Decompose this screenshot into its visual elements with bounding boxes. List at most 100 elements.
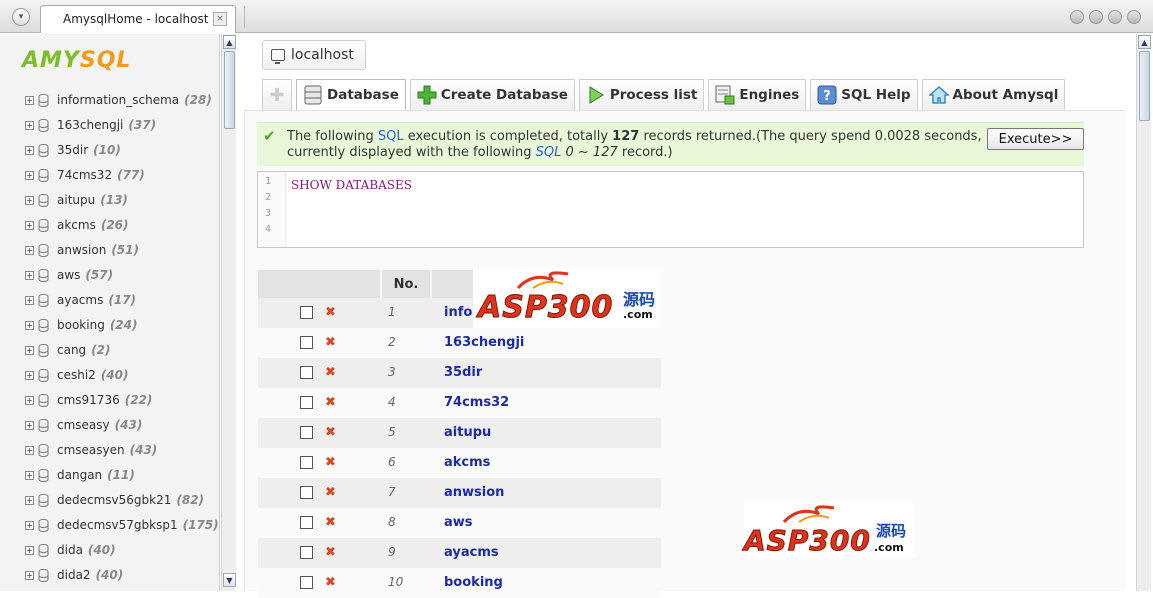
back-icon[interactable] xyxy=(1089,10,1103,24)
delete-icon[interactable]: ✖ xyxy=(325,455,336,470)
blank-tab-icon[interactable]: ✚ xyxy=(262,79,292,110)
sidebar-database-item[interactable]: + dida (40) xyxy=(25,541,116,559)
host-tab[interactable]: localhost xyxy=(262,40,366,70)
delete-icon[interactable]: ✖ xyxy=(325,305,336,320)
sidebar-database-item[interactable]: +163chengji (37) xyxy=(25,116,156,134)
sidebar-database-item[interactable]: + aws (57) xyxy=(25,266,113,284)
row-checkbox[interactable] xyxy=(300,426,313,439)
delete-icon[interactable]: ✖ xyxy=(325,515,336,530)
expand-icon[interactable]: + xyxy=(25,120,34,130)
delete-icon[interactable]: ✖ xyxy=(325,575,336,590)
expand-icon[interactable]: + xyxy=(25,495,34,505)
database-link[interactable]: ayacms xyxy=(444,545,499,560)
database-link[interactable]: aws xyxy=(444,515,473,530)
expand-icon[interactable]: + xyxy=(25,245,34,255)
browser-menu-button[interactable]: ▾ xyxy=(12,8,30,26)
tab-create-database[interactable]: Create Database xyxy=(409,79,575,110)
sidebar-database-item[interactable]: + anwsion (51) xyxy=(25,241,139,259)
database-link[interactable]: 74cms32 xyxy=(444,395,509,410)
sidebar-database-item[interactable]: + dangan (11) xyxy=(25,466,135,484)
row-checkbox[interactable] xyxy=(300,336,313,349)
expand-icon[interactable]: + xyxy=(25,420,34,430)
database-link[interactable]: 163chengji xyxy=(444,335,524,350)
scroll-up-icon[interactable]: ▲ xyxy=(1138,35,1151,49)
close-window-icon[interactable] xyxy=(1127,10,1141,24)
expand-icon[interactable]: + xyxy=(25,145,34,155)
execute-button[interactable]: Execute>> xyxy=(987,128,1084,150)
sidebar-database-item[interactable]: + aitupu (13) xyxy=(25,191,128,209)
expand-icon[interactable]: + xyxy=(25,395,34,405)
sidebar-database-item[interactable]: + ayacms (17) xyxy=(25,291,136,309)
row-checkbox[interactable] xyxy=(300,306,313,319)
header-no[interactable]: No. xyxy=(382,270,430,298)
scroll-up-icon[interactable]: ▲ xyxy=(223,35,236,49)
tab-sql-help[interactable]: ? SQL Help xyxy=(810,79,918,110)
database-link[interactable]: akcms xyxy=(444,455,490,470)
expand-icon[interactable]: + xyxy=(25,195,34,205)
row-checkbox[interactable] xyxy=(300,396,313,409)
delete-icon[interactable]: ✖ xyxy=(325,425,336,440)
sql-code[interactable]: SHOW DATABASES xyxy=(291,178,412,192)
sidebar-database-item[interactable]: + cms91736 (22) xyxy=(25,391,152,409)
sidebar-database-item[interactable]: + booking (24) xyxy=(25,316,137,334)
expand-icon[interactable]: + xyxy=(25,345,34,355)
row-checkbox[interactable] xyxy=(300,486,313,499)
forward-icon[interactable] xyxy=(1108,10,1122,24)
tab-close-icon[interactable]: × xyxy=(213,12,227,26)
sidebar-database-item[interactable]: + ceshi2 (40) xyxy=(25,366,128,384)
sql-editor[interactable]: 1 2 3 4 SHOW DATABASES xyxy=(257,171,1084,248)
sidebar-database-item[interactable]: +35dir (10) xyxy=(25,141,121,159)
scroll-down-icon[interactable]: ▼ xyxy=(223,573,236,587)
play-icon xyxy=(586,85,606,105)
expand-icon[interactable]: + xyxy=(25,170,34,180)
row-checkbox[interactable] xyxy=(300,576,313,589)
sql-link[interactable]: SQL xyxy=(536,145,562,160)
tab-about-amysql[interactable]: About Amysql xyxy=(921,79,1066,110)
database-link[interactable]: anwsion xyxy=(444,485,504,500)
scroll-thumb[interactable] xyxy=(224,51,235,129)
sidebar-database-item[interactable]: +74cms32 (77) xyxy=(25,166,145,184)
expand-icon[interactable]: + xyxy=(25,470,34,480)
expand-icon[interactable]: + xyxy=(25,370,34,380)
tab-engines[interactable]: Engines xyxy=(708,79,807,110)
tab-process-list[interactable]: Process list xyxy=(578,79,705,110)
row-checkbox[interactable] xyxy=(300,546,313,559)
sidebar-database-item[interactable]: + information_schema (28) xyxy=(25,91,212,109)
tab-database[interactable]: Database xyxy=(296,79,406,110)
expand-icon[interactable]: + xyxy=(25,95,34,105)
sidebar-scrollbar[interactable]: ▲ ▼ xyxy=(221,34,236,591)
expand-icon[interactable]: + xyxy=(25,270,34,280)
database-link[interactable]: info xyxy=(444,305,472,320)
sidebar-database-item[interactable]: + cmseasyen (43) xyxy=(25,441,157,459)
sidebar-database-item[interactable]: + akcms (26) xyxy=(25,216,129,234)
delete-icon[interactable]: ✖ xyxy=(325,485,336,500)
scroll-thumb[interactable] xyxy=(1139,51,1150,121)
database-link[interactable]: aitupu xyxy=(444,425,491,440)
expand-icon[interactable]: + xyxy=(25,520,34,530)
expand-icon[interactable]: + xyxy=(25,295,34,305)
sidebar-database-item[interactable]: + cang (2) xyxy=(25,341,111,359)
sidebar-database-item[interactable]: + cmseasy (43) xyxy=(25,416,142,434)
expand-icon[interactable]: + xyxy=(25,220,34,230)
expand-icon[interactable]: + xyxy=(25,545,34,555)
row-checkbox[interactable] xyxy=(300,366,313,379)
database-link[interactable]: 35dir xyxy=(444,365,482,380)
delete-icon[interactable]: ✖ xyxy=(325,395,336,410)
sidebar-database-item[interactable]: + dida2 (40) xyxy=(25,566,123,584)
expand-icon[interactable]: + xyxy=(25,570,34,580)
main-scrollbar[interactable]: ▲ xyxy=(1136,34,1151,591)
row-checkbox[interactable] xyxy=(300,516,313,529)
options-icon[interactable] xyxy=(1070,10,1084,24)
sql-link[interactable]: SQL xyxy=(378,129,404,144)
database-link[interactable]: booking xyxy=(444,575,503,590)
expand-icon[interactable]: + xyxy=(25,320,34,330)
browser-tab[interactable]: AmysqlHome - localhost × xyxy=(40,5,236,33)
sidebar-database-item[interactable]: + dedecmsv56gbk21 (82) xyxy=(25,491,204,509)
delete-icon[interactable]: ✖ xyxy=(325,335,336,350)
delete-icon[interactable]: ✖ xyxy=(325,365,336,380)
sidebar-database-item[interactable]: + dedecmsv57gbksp1 (175) xyxy=(25,516,219,534)
expand-icon[interactable]: + xyxy=(25,445,34,455)
table-count: (2) xyxy=(91,343,111,357)
delete-icon[interactable]: ✖ xyxy=(325,545,336,560)
row-checkbox[interactable] xyxy=(300,456,313,469)
